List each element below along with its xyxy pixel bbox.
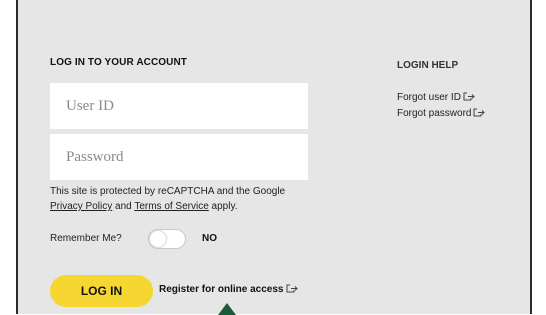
recaptcha-and: and xyxy=(112,201,135,212)
recaptcha-suffix: apply. xyxy=(208,201,238,212)
external-link-icon xyxy=(463,92,475,101)
login-button[interactable]: LOG IN xyxy=(50,275,153,307)
login-heading: LOG IN TO YOUR ACCOUNT xyxy=(50,57,188,68)
register-link[interactable]: Register for online access xyxy=(159,284,298,295)
remember-me-state: NO xyxy=(202,233,217,244)
external-link-icon xyxy=(286,284,298,293)
recaptcha-prefix: This site is protected by reCAPTCHA and … xyxy=(50,186,286,197)
forgot-user-id-link[interactable]: Forgot user ID xyxy=(397,92,475,103)
recaptcha-notice: This site is protected by reCAPTCHA and … xyxy=(50,184,320,214)
remember-me-label: Remember Me? xyxy=(50,233,122,244)
terms-of-service-link[interactable]: Terms of Service xyxy=(134,201,208,212)
login-help-heading: LOGIN HELP xyxy=(397,60,459,71)
user-id-input[interactable] xyxy=(50,83,308,129)
external-link-icon xyxy=(473,108,486,117)
register-link-label: Register for online access xyxy=(159,284,284,295)
privacy-policy-link[interactable]: Privacy Policy xyxy=(50,201,112,212)
password-input[interactable] xyxy=(50,134,308,180)
forgot-password-label: Forgot password xyxy=(397,108,472,119)
toggle-knob xyxy=(150,231,166,247)
forgot-user-id-label: Forgot user ID xyxy=(397,92,461,103)
forgot-password-link[interactable]: Forgot password xyxy=(397,108,486,119)
remember-me-toggle[interactable] xyxy=(148,229,186,249)
arrow-up-icon xyxy=(218,303,236,315)
